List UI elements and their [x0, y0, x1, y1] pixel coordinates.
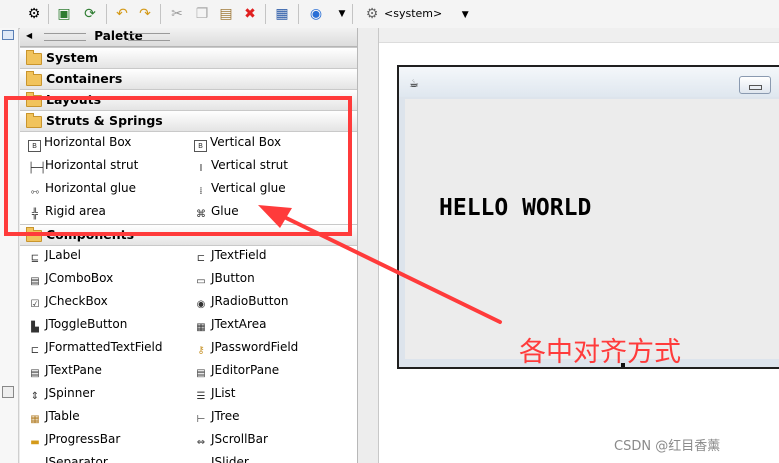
annotation-text: 各中对齐方式	[519, 337, 681, 368]
annotation-arrow	[258, 205, 502, 324]
watermark: CSDN @红目香薰	[614, 439, 721, 454]
